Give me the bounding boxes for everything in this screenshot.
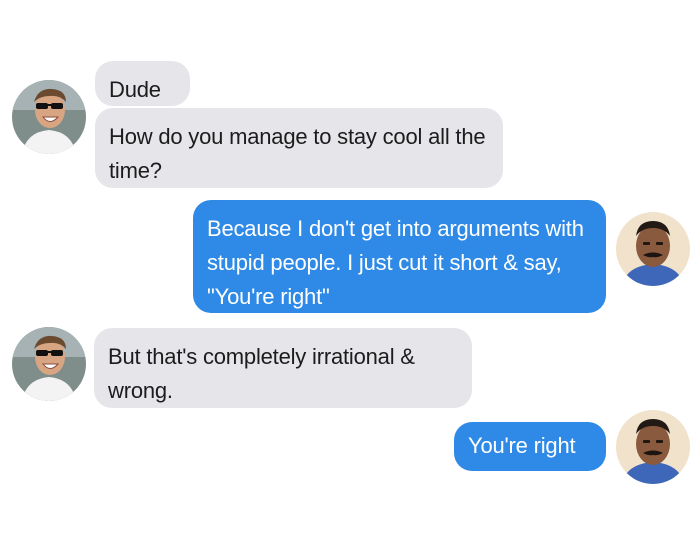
friend-avatar[interactable] xyxy=(12,80,86,154)
sunglasses-laughing-man-icon xyxy=(12,80,86,154)
message-bubble-incoming[interactable]: Dude xyxy=(95,61,190,106)
message-bubble-outgoing[interactable]: You're right xyxy=(454,422,606,471)
message-bubble-incoming[interactable]: How do you manage to stay cool all the t… xyxy=(95,108,503,188)
mustached-man-icon xyxy=(616,212,690,286)
my-avatar[interactable] xyxy=(616,410,690,484)
friend-avatar[interactable] xyxy=(12,327,86,401)
message-bubble-incoming[interactable]: But that's completely irrational & wrong… xyxy=(94,328,472,408)
chat-thread: Dude How do you manage to stay cool all … xyxy=(0,0,700,548)
message-bubble-outgoing[interactable]: Because I don't get into arguments with … xyxy=(193,200,606,313)
mustached-man-icon xyxy=(616,410,690,484)
sunglasses-laughing-man-icon xyxy=(12,327,86,401)
my-avatar[interactable] xyxy=(616,212,690,286)
